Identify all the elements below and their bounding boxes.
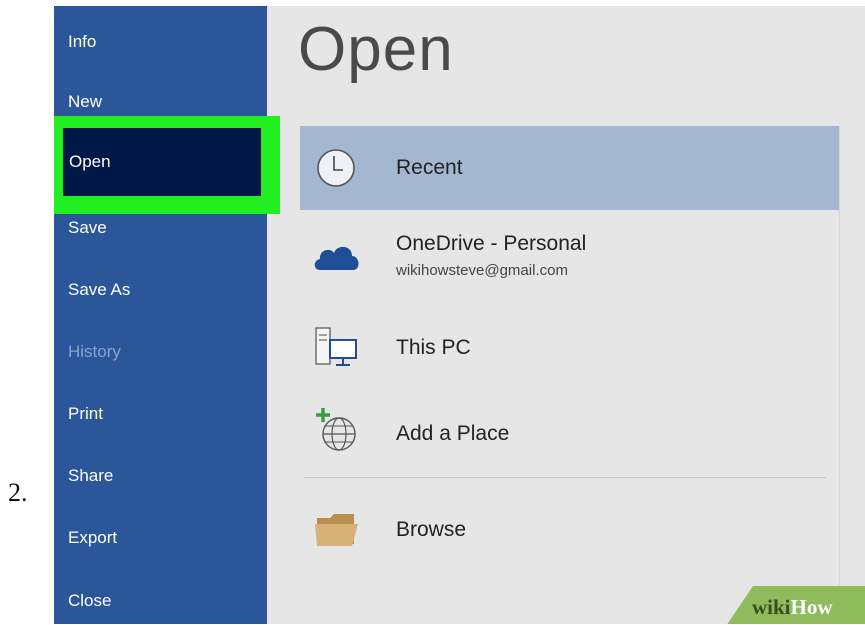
location-add-a-place[interactable]: Add a Place — [300, 404, 840, 460]
folder-icon — [315, 514, 358, 546]
sidebar-item-save-as[interactable]: Save As — [68, 270, 130, 310]
location-onedrive[interactable]: OneDrive - Personal wikihowsteve@gmail.c… — [300, 224, 840, 294]
location-label: This PC — [396, 336, 471, 359]
location-sublabel: wikihowsteve@gmail.com — [396, 262, 568, 279]
location-browse[interactable]: Browse — [300, 502, 840, 558]
computer-icon — [315, 327, 357, 366]
location-label: Browse — [396, 518, 467, 541]
sidebar-item-open[interactable]: Open — [63, 128, 261, 196]
sidebar-item-info[interactable]: Info — [68, 22, 96, 62]
cloud-icon — [314, 246, 359, 270]
location-label: Add a Place — [396, 422, 510, 445]
page-title: Open — [298, 15, 454, 84]
sidebar-item-save[interactable]: Save — [68, 208, 107, 248]
add-place-globe-icon — [316, 408, 356, 451]
sidebar-item-print[interactable]: Print — [68, 394, 103, 434]
location-label: Recent — [396, 156, 463, 179]
location-label: OneDrive - Personal — [396, 232, 587, 255]
sidebar-item-history: History — [68, 342, 121, 361]
backstage-sidebar: Info New Open Save Save As History Print… — [54, 6, 280, 624]
location-recent[interactable]: Recent — [300, 126, 840, 210]
sidebar-item-export[interactable]: Export — [68, 518, 117, 558]
clock-icon — [317, 149, 355, 187]
panel-edge — [839, 126, 840, 596]
step-number: 2. — [8, 478, 28, 507]
sidebar-item-close[interactable]: Close — [68, 581, 111, 621]
location-this-pc[interactable]: This PC — [300, 320, 840, 376]
sidebar-item-share[interactable]: Share — [68, 456, 113, 496]
word-backstage-window: Info New Open Save Save As History Print… — [54, 6, 865, 624]
divider — [304, 477, 826, 478]
wikihow-logo: wikiHow — [752, 595, 833, 619]
